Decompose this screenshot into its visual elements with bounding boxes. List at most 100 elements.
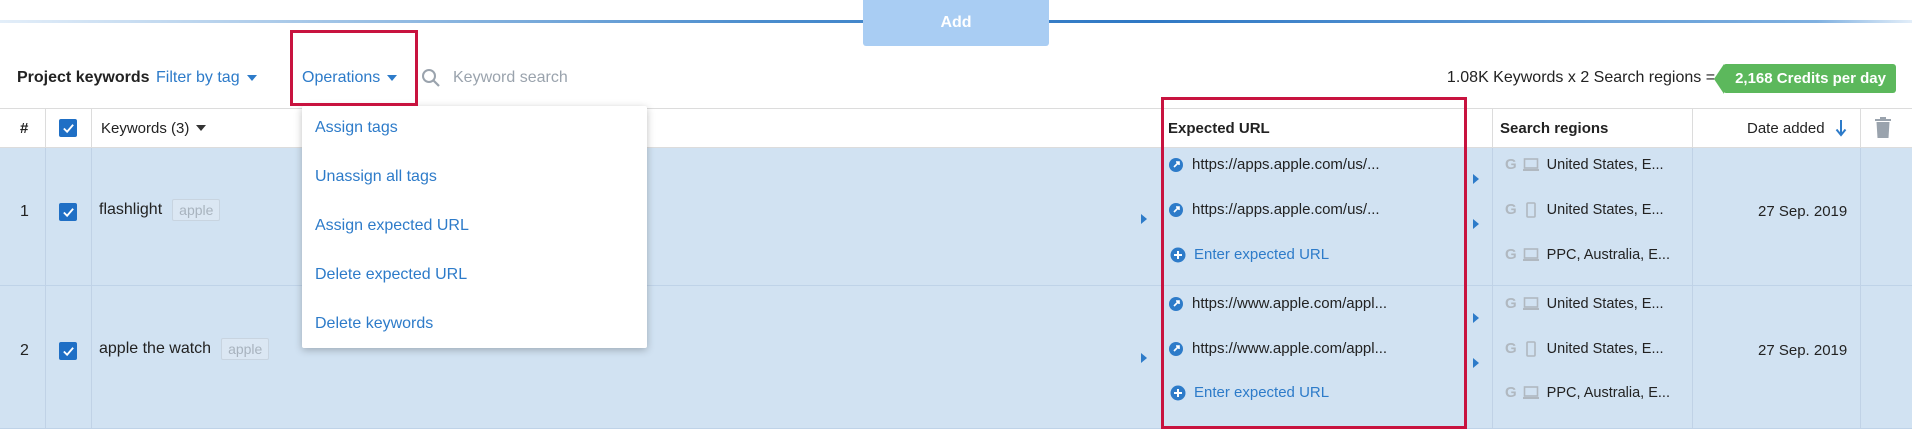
desktop-icon [1522, 157, 1539, 171]
desktop-icon [1522, 385, 1539, 399]
keyword-cell[interactable]: apple the watch apple [99, 338, 270, 360]
google-icon: G [1505, 340, 1517, 357]
plus-circle-icon [1170, 247, 1186, 262]
header-num: # [20, 119, 29, 137]
expected-url-text: https://apps.apple.com/us/... [1192, 201, 1380, 218]
expand-arrow[interactable] [1473, 313, 1479, 323]
chevron-down-icon [246, 75, 257, 81]
search-region-text: PPC, Australia, E... [1546, 246, 1670, 263]
chevron-down-icon [387, 75, 398, 81]
caret-right-icon [1141, 214, 1147, 224]
toolbar: Project keywords Filter by tag Operation… [0, 48, 1912, 108]
enter-expected-url-label: Enter expected URL [1194, 384, 1330, 401]
plus-circle-icon [1170, 385, 1186, 400]
operations-dropdown[interactable]: Operations [302, 48, 398, 108]
search-region: G PPC, Australia, E... [1505, 384, 1670, 401]
operations-menu: Assign tags Unassign all tags Assign exp… [302, 106, 647, 348]
table-header: # Keywords (3) Expected URL Search regio… [0, 108, 1912, 148]
keyword-search[interactable]: Keyword search [421, 48, 568, 108]
search-icon [422, 69, 440, 87]
menu-item-assign-tags[interactable]: Assign tags [315, 119, 398, 137]
google-icon: G [1505, 156, 1517, 173]
row-number: 1 [20, 203, 29, 220]
trash-icon [1875, 117, 1891, 138]
select-all-checkbox[interactable] [59, 109, 77, 147]
header-keywords[interactable]: Keywords (3) [101, 109, 207, 147]
search-region-text: United States, E... [1546, 201, 1664, 218]
enter-expected-url-label: Enter expected URL [1194, 246, 1330, 263]
enter-expected-url-button[interactable]: Enter expected URL [1170, 246, 1329, 263]
date-added: 27 Sep. 2019 [1758, 342, 1848, 359]
checkbox[interactable] [59, 119, 77, 137]
caret-right-icon [1141, 353, 1147, 363]
menu-item-delete-keywords[interactable]: Delete keywords [315, 315, 433, 333]
expand-arrow[interactable] [1473, 358, 1479, 368]
desktop-icon [1522, 247, 1539, 261]
row-number: 2 [20, 342, 29, 359]
expand-arrow[interactable] [1473, 219, 1479, 229]
search-region-text: United States, E... [1546, 295, 1664, 312]
checkmark-icon [62, 123, 74, 133]
keyword-text: apple the watch [99, 340, 212, 357]
caret-right-icon [1473, 219, 1479, 229]
keywords-table: # Keywords (3) Expected URL Search regio… [0, 108, 1912, 429]
search-region-text: United States, E... [1546, 156, 1664, 173]
expected-url-link[interactable]: https://www.apple.com/appl... [1168, 295, 1387, 312]
google-icon: G [1505, 384, 1517, 401]
table-row[interactable]: 1 flashlight apple https://apps.apple.co… [0, 148, 1912, 286]
menu-item-unassign-all-tags[interactable]: Unassign all tags [315, 168, 437, 186]
external-link-icon [1169, 157, 1183, 172]
keyword-search-input[interactable]: Keyword search [453, 69, 568, 87]
caret-right-icon [1473, 313, 1479, 323]
row-checkbox[interactable] [59, 203, 77, 221]
search-region: G PPC, Australia, E... [1505, 246, 1670, 263]
search-region-text: PPC, Australia, E... [1546, 384, 1670, 401]
google-icon: G [1505, 201, 1517, 218]
desktop-icon [1522, 296, 1539, 310]
checkbox[interactable] [59, 203, 77, 221]
keyword-tag[interactable]: apple [172, 199, 221, 221]
caret-right-icon [1473, 358, 1479, 368]
chevron-down-icon [196, 125, 207, 131]
filter-by-tag-dropdown[interactable]: Filter by tag [156, 48, 257, 108]
search-region: G United States, E... [1505, 340, 1664, 357]
credits-summary-text: 1.08K Keywords x 2 Search regions = [1446, 69, 1716, 86]
expand-arrow[interactable] [1141, 214, 1147, 224]
search-region: G United States, E... [1505, 201, 1664, 218]
caret-right-icon [1473, 174, 1479, 184]
filter-by-tag-label: Filter by tag [156, 69, 240, 86]
delete-all-trash-icon[interactable] [1874, 109, 1892, 147]
external-link-icon [1169, 202, 1183, 217]
expected-url-link[interactable]: https://apps.apple.com/us/... [1168, 156, 1380, 173]
row-checkbox[interactable] [59, 342, 77, 360]
checkmark-icon [62, 346, 74, 356]
search-region: G United States, E... [1505, 295, 1664, 312]
keyword-text: flashlight [99, 201, 163, 218]
mobile-icon [1525, 201, 1536, 218]
enter-expected-url-button[interactable]: Enter expected URL [1170, 384, 1329, 401]
google-icon: G [1505, 295, 1517, 312]
add-button[interactable]: Add [863, 0, 1049, 46]
project-keywords-title: Project keywords [17, 69, 150, 86]
expected-url-link[interactable]: https://www.apple.com/appl... [1168, 340, 1387, 357]
header-search-regions[interactable]: Search regions [1500, 109, 1608, 147]
keyword-cell[interactable]: flashlight apple [99, 199, 221, 221]
external-link-icon [1169, 296, 1183, 311]
menu-item-delete-expected-url[interactable]: Delete expected URL [315, 266, 467, 284]
expected-url-link[interactable]: https://apps.apple.com/us/... [1168, 201, 1380, 218]
header-keywords-label: Keywords (3) [101, 119, 190, 137]
header-date-added[interactable]: Date added [1747, 109, 1847, 147]
table-row[interactable]: 2 apple the watch apple https://www.appl… [0, 286, 1912, 429]
search-region-text: United States, E... [1546, 340, 1664, 357]
expand-arrow[interactable] [1473, 174, 1479, 184]
checkmark-icon [62, 207, 74, 217]
menu-item-assign-expected-url[interactable]: Assign expected URL [315, 217, 469, 235]
credits-summary: 1.08K Keywords x 2 Search regions = 2,16… [1447, 48, 1896, 108]
keyword-tag[interactable]: apple [221, 338, 270, 360]
date-added: 27 Sep. 2019 [1758, 203, 1848, 220]
mobile-icon [1525, 340, 1536, 357]
header-expected-url[interactable]: Expected URL [1168, 109, 1270, 147]
expand-arrow[interactable] [1141, 353, 1147, 363]
checkbox[interactable] [59, 342, 77, 360]
google-icon: G [1505, 246, 1517, 263]
